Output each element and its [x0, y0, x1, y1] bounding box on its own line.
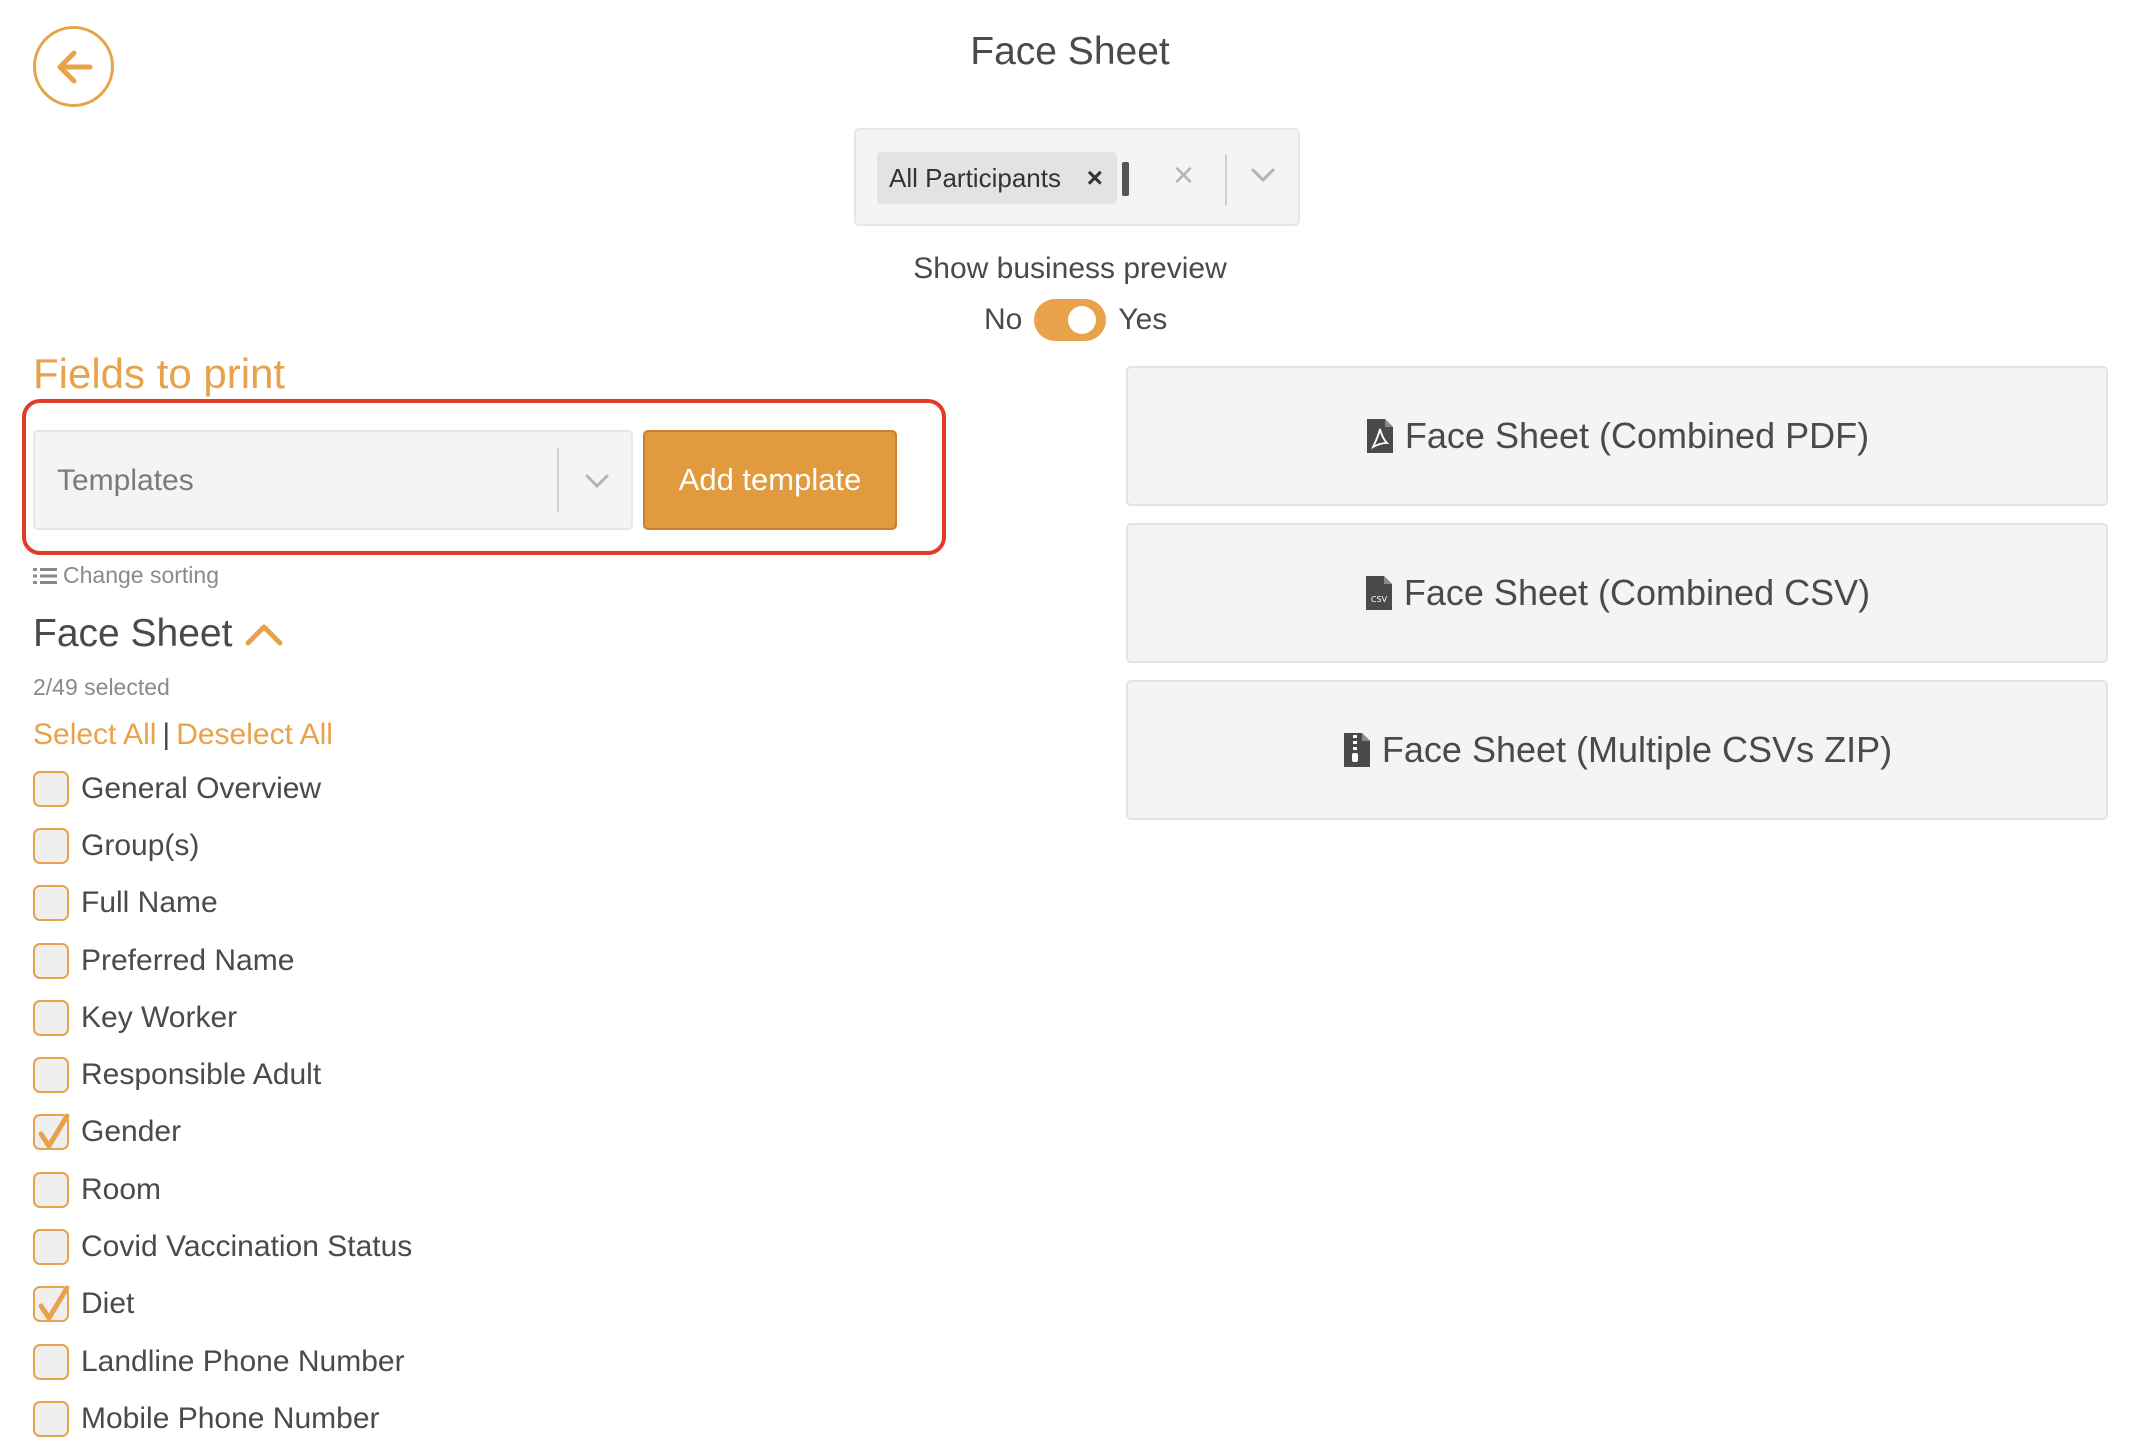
field-checkbox[interactable]: [33, 1057, 69, 1094]
export-pdf-button[interactable]: Face Sheet (Combined PDF): [1126, 366, 2108, 506]
pdf-file-icon: [1366, 419, 1393, 453]
field-checkbox[interactable]: [33, 1171, 69, 1208]
selected-count: 2/49 selected: [33, 674, 170, 700]
business-preview-label: Show business preview: [913, 252, 1227, 285]
field-checkbox[interactable]: [33, 942, 69, 979]
deselect-all-link[interactable]: Deselect All: [176, 718, 333, 751]
field-label: Group(s): [81, 828, 200, 862]
participant-chip-label: All Participants: [889, 162, 1061, 193]
field-label: General Overview: [81, 771, 322, 805]
export-label: Face Sheet (Multiple CSVs ZIP): [1381, 729, 1893, 770]
field-item[interactable]: Room: [33, 1161, 412, 1218]
svg-text:CSV: CSV: [1371, 595, 1388, 604]
toggle-knob: [1068, 306, 1097, 334]
field-checkbox[interactable]: [33, 1285, 70, 1323]
field-label: Room: [81, 1172, 162, 1206]
link-separator: |: [162, 718, 171, 751]
select-divider: [1225, 154, 1227, 206]
field-checkbox[interactable]: [33, 999, 69, 1036]
field-label: Full Name: [81, 886, 218, 920]
templates-placeholder: Templates: [57, 464, 194, 497]
field-label: Mobile Phone Number: [81, 1401, 380, 1435]
templates-select[interactable]: Templates: [33, 430, 633, 530]
field-item[interactable]: Covid Vaccination Status: [33, 1218, 412, 1275]
export-label: Face Sheet (Combined PDF): [1404, 415, 1870, 456]
change-sorting-label: Change sorting: [63, 562, 219, 588]
field-item[interactable]: Full Name: [33, 875, 412, 932]
chevron-down-icon[interactable]: [582, 470, 612, 492]
select-all-link[interactable]: Select All: [33, 718, 156, 751]
participants-select[interactable]: All Participants × ×: [854, 128, 1300, 226]
fields-heading: Fields to print: [33, 350, 286, 397]
field-list: General Overview Group(s) Full Name Preferr…: [33, 760, 412, 1444]
chevron-down-icon[interactable]: [1248, 164, 1278, 186]
list-icon: [33, 567, 57, 584]
section-title-label: Face Sheet: [33, 612, 233, 655]
field-label: Landline Phone Number: [81, 1344, 405, 1378]
field-item[interactable]: Gender: [33, 1104, 412, 1161]
chip-remove-button[interactable]: ×: [1087, 162, 1103, 194]
select-links: Select All | Deselect All: [33, 718, 333, 752]
page-title: Face Sheet: [970, 30, 1170, 73]
field-checkbox[interactable]: [33, 770, 69, 807]
section-title: Face Sheet: [33, 612, 284, 656]
field-item[interactable]: Group(s): [33, 817, 412, 874]
field-label: Responsible Adult: [81, 1058, 322, 1092]
export-label: Face Sheet (Combined CSV): [1403, 572, 1871, 613]
checkmark-icon: [38, 1113, 70, 1149]
change-sorting-link[interactable]: Change sorting: [33, 562, 219, 589]
field-checkbox[interactable]: [33, 1229, 69, 1266]
export-zip-button[interactable]: Face Sheet (Multiple CSVs ZIP): [1126, 680, 2108, 820]
select-divider: [557, 448, 559, 512]
field-label: Gender: [81, 1115, 182, 1149]
zip-file-icon: [1343, 733, 1370, 767]
export-csv-button[interactable]: CSV Face Sheet (Combined CSV): [1126, 523, 2108, 663]
csv-file-icon: CSV: [1365, 576, 1392, 610]
toggle-no-label: No: [984, 303, 1023, 336]
business-preview-toggle[interactable]: [1034, 299, 1107, 341]
field-checkbox[interactable]: [33, 1343, 69, 1380]
toggle-yes-label: Yes: [1118, 303, 1168, 336]
participant-chip: All Participants ×: [877, 152, 1117, 204]
field-item[interactable]: Diet: [33, 1276, 412, 1333]
field-checkbox[interactable]: [33, 1400, 69, 1437]
field-item[interactable]: General Overview: [33, 760, 412, 817]
field-item[interactable]: Mobile Phone Number: [33, 1390, 412, 1444]
field-checkbox[interactable]: [33, 827, 69, 864]
business-preview-toggle-row: No Yes: [984, 298, 1167, 342]
field-item[interactable]: Landline Phone Number: [33, 1333, 412, 1390]
clear-selection-button[interactable]: ×: [1173, 154, 1194, 196]
field-item[interactable]: Responsible Adult: [33, 1046, 412, 1103]
field-label: Key Worker: [81, 1000, 238, 1034]
field-label: Covid Vaccination Status: [81, 1230, 413, 1264]
field-label: Diet: [81, 1287, 135, 1321]
field-item[interactable]: Key Worker: [33, 989, 412, 1046]
field-label: Preferred Name: [81, 943, 295, 977]
chip-overflow-indicator: [1122, 162, 1129, 196]
checkmark-icon: [38, 1285, 70, 1321]
field-item[interactable]: Preferred Name: [33, 932, 412, 989]
add-template-button[interactable]: Add template: [643, 430, 897, 530]
chevron-up-icon[interactable]: [244, 621, 284, 647]
field-checkbox[interactable]: [33, 1113, 70, 1151]
field-checkbox[interactable]: [33, 885, 69, 922]
